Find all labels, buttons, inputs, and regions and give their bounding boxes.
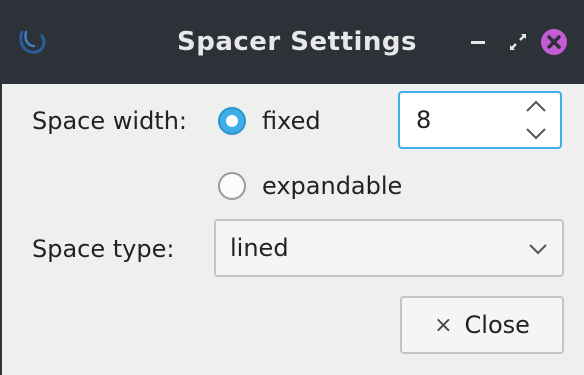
expandable-radio-label[interactable]: expandable <box>262 172 402 200</box>
window-frame-left <box>0 84 2 375</box>
maximize-icon[interactable] <box>502 26 534 58</box>
space-type-dropdown[interactable]: lined <box>214 219 564 277</box>
fixed-radio[interactable] <box>218 107 246 135</box>
close-button-label: Close <box>464 311 530 339</box>
spin-arrows-icon[interactable] <box>524 97 548 143</box>
space-type-value[interactable]: lined <box>230 221 289 275</box>
close-icon: × <box>434 312 453 338</box>
space-type-label: Space type: <box>32 235 175 263</box>
space-width-value[interactable]: 8 <box>416 93 431 147</box>
window-title: Spacer Settings <box>176 27 418 57</box>
space-width-spinbox[interactable]: 8 <box>398 91 562 149</box>
spacer-settings-window: Spacer Settings Space width: fixed 8 exp… <box>0 0 584 375</box>
close-window-icon[interactable] <box>538 26 570 58</box>
fixed-radio-label[interactable]: fixed <box>262 107 321 135</box>
title-bar[interactable]: Spacer Settings <box>0 0 584 84</box>
minimize-icon[interactable] <box>462 26 494 58</box>
close-button[interactable]: × Close <box>400 296 564 354</box>
chevron-down-icon[interactable] <box>528 239 548 259</box>
expandable-radio[interactable] <box>218 172 246 200</box>
space-width-label: Space width: <box>32 107 188 135</box>
